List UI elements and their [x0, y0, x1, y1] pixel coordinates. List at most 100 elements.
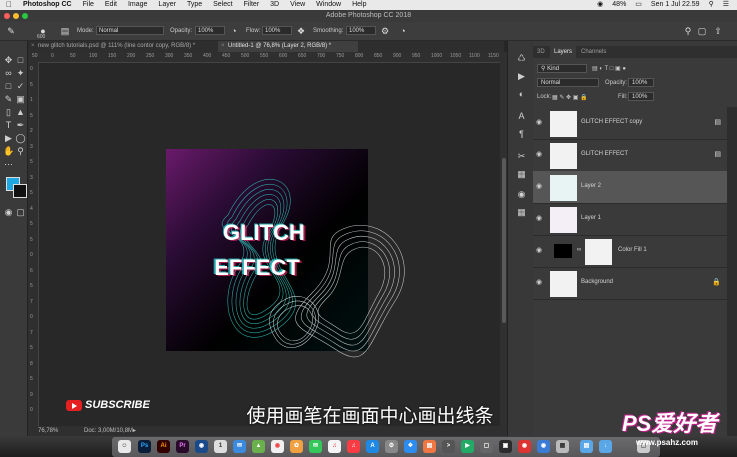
search-icon[interactable]: ⚲ — [709, 0, 714, 10]
layer-row[interactable]: ◉ GLITCH EFFECT copy ▤ — [533, 107, 727, 140]
app-store-icon[interactable]: A — [366, 440, 379, 453]
brush-tool-icon[interactable]: ✎ — [6, 26, 16, 36]
history-icon[interactable]: ♺ — [516, 53, 527, 64]
flow-input[interactable]: 100% — [262, 26, 292, 35]
calendar-icon[interactable]: 1 — [214, 440, 227, 453]
paragraph-icon[interactable]: ¶ — [516, 129, 527, 140]
layer-name[interactable]: GLITCH EFFECT — [581, 151, 628, 157]
layer-name[interactable]: Background — [581, 279, 613, 285]
gear-icon[interactable]: ⚙ — [380, 26, 390, 36]
tab-channels[interactable]: Channels — [581, 46, 606, 58]
layer-row[interactable]: ◉ ∞ Color Fill 1 — [533, 235, 727, 268]
status-arrow-icon[interactable]: ▸ — [133, 426, 136, 436]
list-icon[interactable]: ☰ — [723, 0, 729, 10]
blend-mode-select[interactable]: Normal — [537, 78, 599, 87]
layer-row[interactable]: ◉ GLITCH EFFECT ▤ — [533, 139, 727, 172]
screen-mode-icon[interactable]: ▢ — [15, 207, 26, 218]
photos-icon[interactable]: ✿ — [290, 440, 303, 453]
menu-select[interactable]: Select — [213, 0, 232, 10]
menu-filter[interactable]: Filter — [244, 0, 260, 10]
eye-icon[interactable]: ◉ — [536, 182, 542, 190]
brushes-icon[interactable]: ◉ — [516, 189, 527, 200]
zoom-tool-icon[interactable]: ⚲ — [15, 146, 26, 157]
layer-name[interactable]: Layer 1 — [581, 215, 601, 221]
eyedropper-tool-icon[interactable]: ✓ — [15, 81, 26, 92]
menu-help[interactable]: Help — [352, 0, 366, 10]
facetime-icon[interactable]: ▶ — [461, 440, 474, 453]
horizontal-ruler[interactable]: 50 0 50 100 150 200 250 300 350 400 450 500 550 600 65… — [28, 52, 504, 63]
terminal-icon[interactable]: > — [442, 440, 455, 453]
subscribe-badge[interactable]: SUBSCRIBE — [66, 399, 156, 413]
path-select-tool-icon[interactable]: ▶ — [3, 133, 14, 144]
brush-settings-icon[interactable]: ▤ — [60, 26, 70, 36]
music-icon[interactable]: ♫ — [328, 440, 341, 453]
layer-name[interactable]: GLITCH EFFECT copy — [581, 119, 642, 125]
shape-tool-icon[interactable]: ◯ — [15, 133, 26, 144]
close-tab-icon[interactable]: × — [221, 41, 225, 52]
tab-glitch-tutorials[interactable]: × new glitch tutorials.psd @ 111% (line … — [28, 41, 216, 52]
opacity-input[interactable]: 100% — [195, 26, 225, 35]
eraser-tool-icon[interactable]: ▯ — [3, 107, 14, 118]
airbrush-icon[interactable]: ❖ — [296, 26, 306, 36]
layer-name[interactable]: Color Fill 1 — [618, 247, 647, 253]
close-window-button[interactable] — [4, 13, 10, 19]
pressure-size-icon[interactable]: ◔ — [398, 26, 408, 36]
menu-window[interactable]: Window — [316, 0, 341, 10]
share-icon[interactable]: ⇧ — [713, 26, 723, 36]
battery-icon[interactable]: ▭ — [635, 0, 642, 10]
adjustments-icon[interactable]: ◐ — [516, 89, 527, 100]
browser-icon[interactable]: ◉ — [195, 440, 208, 453]
premiere-icon[interactable]: Pr — [176, 440, 189, 453]
layer-row-selected[interactable]: ◉ Layer 2 — [533, 171, 727, 204]
gradient-tool-icon[interactable]: ▲ — [15, 107, 26, 118]
filter-toggle-icons[interactable]: ▤ ◐ T □ ▣ ● — [592, 65, 626, 72]
itunes-icon[interactable]: ♫ — [347, 440, 360, 453]
hand-tool-icon[interactable]: ✋ — [3, 146, 14, 157]
crop-tool-icon[interactable]: □ — [3, 81, 14, 92]
brush-tool-icon[interactable]: ✎ — [3, 94, 14, 105]
fill-input[interactable]: 100% — [628, 92, 654, 101]
swatches-icon[interactable]: ▦ — [516, 169, 527, 180]
downloads-icon[interactable]: ↓ — [599, 440, 612, 453]
pressure-opacity-icon[interactable]: ◔ — [229, 26, 239, 36]
menu-photoshop[interactable]: Photoshop CC — [23, 0, 72, 10]
menu-layer[interactable]: Layer — [158, 0, 176, 10]
wifi-icon[interactable]: ◉ — [597, 0, 603, 10]
tool-presets-icon[interactable]: ✂ — [516, 151, 527, 162]
illustrator-icon[interactable]: Ai — [157, 440, 170, 453]
mode-select[interactable]: Normal — [96, 26, 164, 35]
zoom-level[interactable]: 76,78% — [38, 426, 58, 436]
link-icon[interactable]: ∞ — [577, 247, 581, 253]
apple-icon[interactable]:  — [6, 0, 12, 10]
zoom-window-button[interactable] — [22, 13, 28, 19]
tab-untitled-1[interactable]: × Untitled-1 @ 76,8% (Layer 2, RGB/8) * — [218, 41, 358, 52]
quick-mask-icon[interactable]: ◉ — [3, 207, 14, 218]
eye-icon[interactable]: ◉ — [536, 278, 542, 286]
lock-icons[interactable]: ▦ ✎ ✥ ▣ 🔒 — [552, 94, 588, 101]
tab-3d[interactable]: 3D — [537, 46, 545, 58]
preferences-icon[interactable]: ⚙ — [385, 440, 398, 453]
menu-edit[interactable]: Edit — [105, 0, 117, 10]
app-icon[interactable]: ▢ — [480, 440, 493, 453]
menu-type[interactable]: Type — [187, 0, 202, 10]
background-color-swatch[interactable] — [13, 184, 27, 198]
menu-view[interactable]: View — [290, 0, 305, 10]
minimize-window-button[interactable] — [13, 13, 19, 19]
lasso-tool-icon[interactable]: ∞ — [3, 68, 14, 79]
menu-image[interactable]: Image — [128, 0, 147, 10]
eye-icon[interactable]: ◉ — [536, 118, 542, 126]
marquee-tool-icon[interactable]: □ — [15, 55, 26, 66]
layer-filter-select[interactable]: ⚲ Kind — [537, 64, 587, 73]
app-icon[interactable]: ▦ — [556, 440, 569, 453]
folder-icon[interactable]: ▤ — [580, 440, 593, 453]
photoshop-icon[interactable]: Ps — [138, 440, 151, 453]
eye-icon[interactable]: ◉ — [536, 246, 542, 254]
libraries-icon[interactable]: ▦ — [516, 207, 527, 218]
chrome-icon[interactable]: ◉ — [271, 440, 284, 453]
layer-row[interactable]: ◉ Background 🔒 — [533, 267, 727, 300]
eye-icon[interactable]: ◉ — [536, 214, 542, 222]
app-icon[interactable]: ▣ — [499, 440, 512, 453]
smoothing-input[interactable]: 100% — [346, 26, 376, 35]
finder-icon[interactable]: ☺ — [118, 440, 131, 453]
pen-tool-icon[interactable]: ✒ — [15, 120, 26, 131]
